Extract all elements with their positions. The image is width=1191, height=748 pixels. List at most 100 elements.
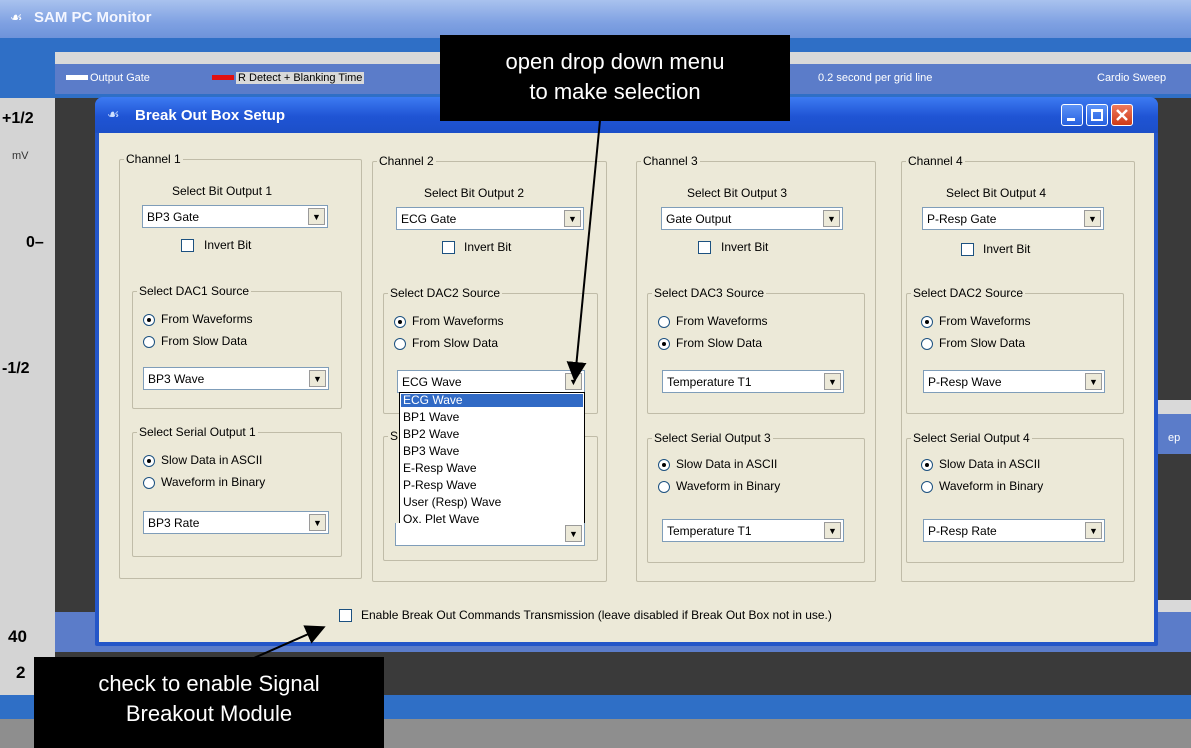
invert-bit-4-label: Invert Bit xyxy=(983,242,1031,256)
dac-1-source-group: Select DAC1 Source From Waveforms From S… xyxy=(132,284,342,409)
dialog-icon: ☙ xyxy=(107,106,120,122)
dac-1-waveforms-radio[interactable] xyxy=(143,314,155,326)
chevron-down-icon[interactable]: ▼ xyxy=(309,514,326,531)
chevron-down-icon[interactable]: ▼ xyxy=(565,525,582,542)
serial-3-select[interactable]: Temperature T1 ▼ xyxy=(662,519,844,542)
chevron-down-icon[interactable]: ▼ xyxy=(1085,522,1102,539)
serial-4-binary-radio[interactable] xyxy=(921,481,933,493)
maximize-button[interactable] xyxy=(1086,104,1108,126)
serial-1-select[interactable]: BP3 Rate ▼ xyxy=(143,511,329,534)
dac-4-source-select[interactable]: P-Resp Wave ▼ xyxy=(923,370,1105,393)
dac-4-title: Select DAC2 Source xyxy=(911,286,1026,300)
app-title: SAM PC Monitor xyxy=(34,9,152,26)
serial-1-ascii-label: Slow Data in ASCII xyxy=(161,453,263,467)
dac-2-source-value: ECG Wave xyxy=(402,375,462,389)
chevron-down-icon[interactable]: ▼ xyxy=(824,373,841,390)
invert-bit-3-checkbox[interactable] xyxy=(698,241,711,254)
app-icon: ☙ xyxy=(10,9,23,25)
dac-2-source-select[interactable]: ECG Wave ▼ xyxy=(397,370,585,393)
dac-2-waveforms-label: From Waveforms xyxy=(412,314,504,328)
serial-1-group: Select Serial Output 1 Slow Data in ASCI… xyxy=(132,425,342,557)
dac-2-waveforms-radio[interactable] xyxy=(394,316,406,328)
chevron-down-icon[interactable]: ▼ xyxy=(1085,373,1102,390)
break-out-box-dialog: ☙ Break Out Box Setup Channel 1 Select B… xyxy=(95,97,1158,646)
serial-3-ascii-radio[interactable] xyxy=(658,459,670,471)
bit-output-1-select[interactable]: BP3 Gate ▼ xyxy=(142,205,328,228)
chevron-down-icon[interactable]: ▼ xyxy=(565,373,582,390)
invert-bit-2-label: Invert Bit xyxy=(464,240,512,254)
dropdown-option[interactable]: BP1 Wave xyxy=(401,411,583,424)
dac-1-source-select[interactable]: BP3 Wave ▼ xyxy=(143,367,329,390)
serial-4-ascii-label: Slow Data in ASCII xyxy=(939,457,1041,471)
dac-3-slow-radio[interactable] xyxy=(658,338,670,350)
dropdown-option[interactable]: User (Resp) Wave xyxy=(401,496,583,509)
legend-grid-info: 0.2 second per grid line xyxy=(818,72,933,84)
chevron-down-icon[interactable]: ▼ xyxy=(308,208,325,225)
bit-output-3-value: Gate Output xyxy=(666,212,732,226)
close-button[interactable] xyxy=(1111,104,1133,126)
serial-4-select[interactable]: P-Resp Rate ▼ xyxy=(923,519,1105,542)
invert-bit-4-checkbox[interactable] xyxy=(961,243,974,256)
enable-breakout-checkbox[interactable] xyxy=(339,609,352,622)
enable-breakout-label: Enable Break Out Commands Transmission (… xyxy=(361,608,832,622)
dac-4-source-value: P-Resp Wave xyxy=(928,375,1002,389)
bit-output-3-select[interactable]: Gate Output ▼ xyxy=(661,207,843,230)
dac-3-title: Select DAC3 Source xyxy=(652,286,767,300)
trend-scale-forty: 40 xyxy=(8,627,27,646)
serial-1-ascii-radio[interactable] xyxy=(143,455,155,467)
channel-3-group: Channel 3 Select Bit Output 3 Gate Outpu… xyxy=(636,154,876,582)
dac-1-title: Select DAC1 Source xyxy=(137,284,252,298)
dac-3-source-select[interactable]: Temperature T1 ▼ xyxy=(662,370,844,393)
dropdown-option[interactable]: BP3 Wave xyxy=(401,445,583,458)
dac-3-slow-label: From Slow Data xyxy=(676,336,763,350)
scale-zero: 0– xyxy=(26,234,44,251)
dac-3-waveforms-radio[interactable] xyxy=(658,316,670,328)
invert-bit-1-label: Invert Bit xyxy=(204,238,252,252)
dac-2-slow-radio[interactable] xyxy=(394,338,406,350)
serial-4-ascii-radio[interactable] xyxy=(921,459,933,471)
chevron-down-icon[interactable]: ▼ xyxy=(824,522,841,539)
dialog-title: Break Out Box Setup xyxy=(135,107,286,124)
serial-3-binary-radio[interactable] xyxy=(658,481,670,493)
dropdown-callout-line2: to make selection xyxy=(529,79,701,104)
legend-sweep: Cardio Sweep xyxy=(1097,72,1167,84)
dac-4-waveforms-label: From Waveforms xyxy=(939,314,1031,328)
chevron-down-icon[interactable]: ▼ xyxy=(1084,210,1101,227)
dropdown-option[interactable]: P-Resp Wave xyxy=(401,479,583,492)
dropdown-option[interactable]: E-Resp Wave xyxy=(401,462,583,475)
trend-scale-two: 2 xyxy=(16,663,26,682)
serial-1-binary-radio[interactable] xyxy=(143,477,155,489)
chevron-down-icon[interactable]: ▼ xyxy=(309,370,326,387)
dac-1-slow-label: From Slow Data xyxy=(161,334,248,348)
bit-output-3-label: Select Bit Output 3 xyxy=(687,186,788,200)
minimize-button[interactable] xyxy=(1061,104,1083,126)
dac-4-slow-radio[interactable] xyxy=(921,338,933,350)
dac-1-waveforms-label: From Waveforms xyxy=(161,312,253,326)
dac-3-source-group: Select DAC3 Source From Waveforms From S… xyxy=(647,286,865,414)
channel-1-title: Channel 1 xyxy=(124,152,183,166)
bit-output-4-select[interactable]: P-Resp Gate ▼ xyxy=(922,207,1104,230)
serial-3-binary-label: Waveform in Binary xyxy=(676,479,781,493)
channel-3-title: Channel 3 xyxy=(641,154,700,168)
chevron-down-icon[interactable]: ▼ xyxy=(823,210,840,227)
dropdown-option[interactable]: ECG Wave xyxy=(401,394,583,407)
app-titlebar: ☙ SAM PC Monitor xyxy=(0,0,1191,38)
bit-output-2-value: ECG Gate xyxy=(401,212,457,226)
r-detect-swatch xyxy=(212,75,234,80)
serial-4-title: Select Serial Output 4 xyxy=(911,431,1032,445)
dac-1-slow-radio[interactable] xyxy=(143,336,155,348)
bit-output-4-value: P-Resp Gate xyxy=(927,212,997,226)
dropdown-option[interactable]: BP2 Wave xyxy=(401,428,583,441)
bit-output-2-select[interactable]: ECG Gate ▼ xyxy=(396,207,584,230)
maximize-icon xyxy=(1091,109,1103,121)
dac-4-waveforms-radio[interactable] xyxy=(921,316,933,328)
invert-bit-1-checkbox[interactable] xyxy=(181,239,194,252)
serial-3-group: Select Serial Output 3 Slow Data in ASCI… xyxy=(647,431,865,563)
chevron-down-icon[interactable]: ▼ xyxy=(564,210,581,227)
serial-2-select[interactable]: ▼ xyxy=(395,523,585,546)
channel-4-title: Channel 4 xyxy=(906,154,965,168)
dac-4-source-group: Select DAC2 Source From Waveforms From S… xyxy=(906,286,1124,414)
invert-bit-2-checkbox[interactable] xyxy=(442,241,455,254)
scale-minus-half: -1/2 xyxy=(2,360,30,377)
dac-1-source-value: BP3 Wave xyxy=(148,372,205,386)
